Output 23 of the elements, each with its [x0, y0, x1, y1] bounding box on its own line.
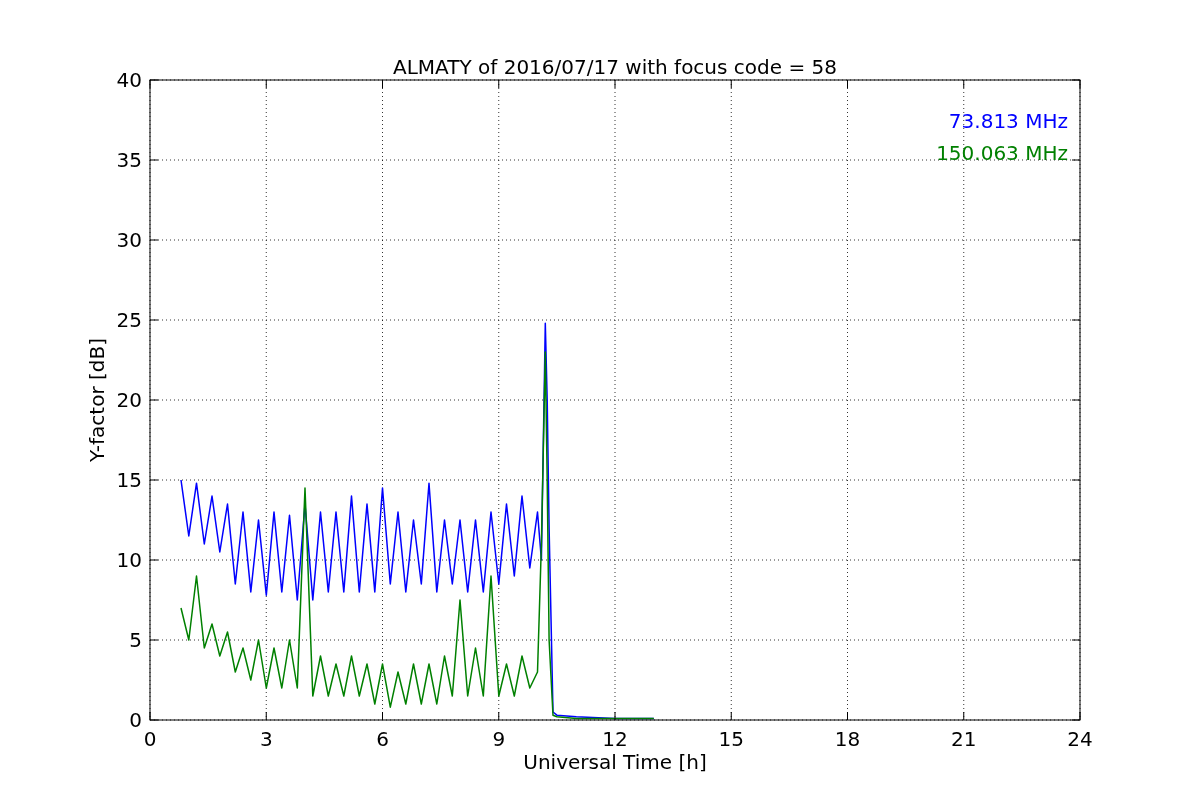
x-tick-label: 15: [718, 727, 744, 751]
x-tick-label: 0: [143, 727, 157, 751]
x-tick-label: 18: [834, 727, 861, 751]
chart-title: ALMATY of 2016/07/17 with focus code = 58: [393, 55, 837, 79]
y-tick-label: 15: [116, 468, 142, 492]
y-tick-label: 20: [116, 388, 142, 412]
y-tick-label: 40: [116, 68, 142, 92]
y-tick-label: 25: [116, 308, 142, 332]
y-tick-label: 0: [129, 708, 142, 732]
legend-label: 73.813 MHz: [948, 109, 1068, 133]
x-tick-label: 24: [1067, 727, 1093, 751]
legend-label: 150.063 MHz: [936, 141, 1068, 165]
x-axis-label: Universal Time [h]: [523, 750, 707, 774]
y-tick-label: 30: [116, 228, 142, 252]
y-axis-label: Y-factor [dB]: [85, 338, 109, 462]
y-tick-label: 35: [116, 148, 142, 172]
x-tick-label: 6: [376, 727, 389, 751]
x-tick-label: 9: [492, 727, 506, 751]
x-tick-label: 3: [259, 727, 273, 751]
y-tick-label: 10: [116, 548, 142, 572]
x-tick-label: 12: [602, 727, 628, 751]
x-tick-label: 21: [951, 727, 977, 751]
y-tick-label: 5: [129, 628, 142, 652]
